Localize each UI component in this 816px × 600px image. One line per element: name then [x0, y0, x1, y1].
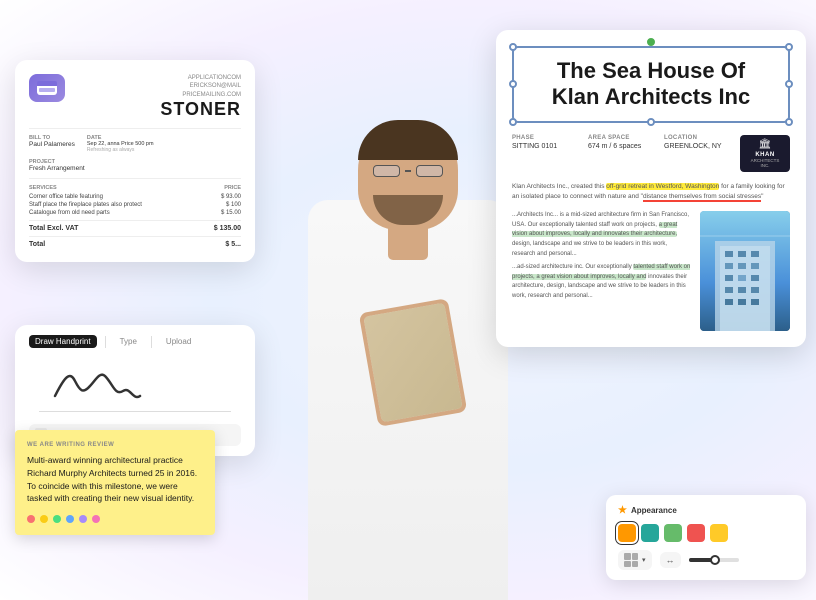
company-line2: ERICKSON@MAIL: [160, 82, 241, 90]
sticky-label: We are writing review: [27, 442, 203, 448]
beard: [373, 195, 443, 225]
invoice-bill-to: Bill To Paul Palameres: [29, 135, 75, 153]
highlight-distance: distance themselves from social stresses: [643, 193, 761, 202]
highlight-offgrid: off-grid retreat in Westford, Washington: [606, 183, 719, 190]
lens-left: [373, 165, 400, 177]
grid-icon: [624, 553, 638, 567]
invoice-total: Total $ 5...: [29, 236, 241, 248]
head: [358, 120, 458, 230]
invoice-total-excl: Total Excl. VAT $ 135.00: [29, 220, 241, 232]
color-swatches: [618, 524, 794, 542]
glasses: [373, 165, 443, 177]
handle-bottom-left: [509, 118, 517, 126]
signature-draw-area[interactable]: [29, 356, 241, 416]
swatch-green[interactable]: [664, 524, 682, 542]
tab-divider: [105, 336, 106, 348]
company-line1: APPLICATIONCOM: [160, 74, 241, 82]
invoice-divider-1: [29, 128, 241, 129]
handle-top-left: [509, 43, 517, 51]
handle-bottom-mid: [647, 118, 655, 126]
sticky-dots: [27, 515, 203, 523]
tablet-screen: [363, 303, 462, 423]
highlight-projects: a great vision about improves, locally a…: [512, 222, 677, 238]
tab-divider-2: [151, 336, 152, 348]
dot-pink: [92, 515, 100, 523]
tab-type[interactable]: Type: [114, 335, 143, 348]
invoice-item-3: Catalogue from old need parts $ 15.00: [29, 210, 241, 216]
hair: [358, 120, 458, 160]
sticky-note: We are writing review Multi-award winnin…: [15, 430, 215, 535]
arrows-icon: ↔: [666, 555, 675, 565]
doc-area: Area Space 674 m / 6 spaces: [588, 135, 656, 172]
appearance-header: ★ Appearance: [618, 505, 794, 516]
signature-svg: [29, 356, 241, 416]
doc-location: Location GREENLOCK, NY: [664, 135, 732, 172]
document-title-box[interactable]: The Sea House Of Klan Architects Inc: [512, 46, 790, 123]
document-body: ...Architects Inc... is a mid-sized arch…: [512, 211, 790, 331]
invoice-project: Project Fresh Arrangement: [29, 159, 241, 172]
dot-blue: [66, 515, 74, 523]
invoice-card: APPLICATIONCOM ERICKSON@MAIL PRICEMAILIN…: [15, 60, 255, 262]
invoice-brand: STONER: [160, 99, 241, 120]
highlight-talented: talented staff work on projects, a great…: [512, 264, 690, 280]
document-card: The Sea House Of Klan Architects Inc Pha…: [496, 30, 806, 347]
swatch-red[interactable]: [687, 524, 705, 542]
star-icon: ★: [618, 505, 627, 516]
dot-green: [53, 515, 61, 523]
document-description: Klan Architects Inc., created this off-g…: [512, 182, 790, 202]
sticky-text: Multi-award winning architectural practi…: [27, 454, 203, 505]
company-line3: PRICEMAILING.COM: [160, 91, 241, 99]
invoice-item-1: Corner office table featuring $ 93.00: [29, 194, 241, 200]
swatch-orange[interactable]: [618, 524, 636, 542]
invoice-header: APPLICATIONCOM ERICKSON@MAIL PRICEMAILIN…: [29, 74, 241, 120]
doc-logo-icon: 🏛: [759, 139, 772, 150]
dot-red: [27, 515, 35, 523]
handle-top-right: [785, 43, 793, 51]
handle-mid-right: [785, 80, 793, 88]
appearance-controls: ▾ ↔: [618, 550, 794, 570]
invoice-logo: [29, 74, 65, 102]
invoice-company-block: APPLICATIONCOM ERICKSON@MAIL PRICEMAILIN…: [160, 74, 241, 120]
swatch-amber[interactable]: [710, 524, 728, 542]
opacity-slider[interactable]: [689, 558, 739, 562]
dot-purple: [79, 515, 87, 523]
doc-phase: Phase SITTING 0101: [512, 135, 580, 172]
signature-baseline: [39, 411, 231, 412]
logo-icon: [37, 81, 57, 95]
invoice-item-2: Staff place the fireplace plates also pr…: [29, 202, 241, 208]
doc-logo-sub: ARCHITECTS INC.: [746, 158, 784, 168]
lens-right: [416, 165, 443, 177]
invoice-services-header: Services Price: [29, 185, 241, 191]
signature-tabs: Draw Handprint Type Upload: [29, 335, 241, 348]
doc-body-left: ...Architects Inc... is a mid-sized arch…: [512, 211, 692, 331]
tab-upload[interactable]: Upload: [160, 335, 197, 348]
document-title: The Sea House Of Klan Architects Inc: [528, 58, 774, 111]
dot-yellow: [40, 515, 48, 523]
invoice-divider-2: [29, 178, 241, 179]
building-svg: [700, 211, 790, 331]
chevron-down-icon: ▾: [642, 556, 646, 564]
slider-thumb[interactable]: [710, 555, 720, 565]
handle-bottom-right: [785, 118, 793, 126]
tablet-display: [363, 303, 462, 423]
tab-draw[interactable]: Draw Handprint: [29, 335, 97, 348]
building-image: [700, 211, 790, 331]
swatch-teal[interactable]: [641, 524, 659, 542]
invoice-date: Date Sep 22, anna Price 500 pm Refreshin…: [87, 135, 154, 153]
document-meta-row: Phase SITTING 0101 Area Space 674 m / 6 …: [512, 135, 790, 172]
grid-control[interactable]: ▾: [618, 550, 652, 570]
doc-company-logo: 🏛 KHAN ARCHITECTS INC.: [740, 135, 790, 172]
arrow-control[interactable]: ↔: [660, 552, 681, 568]
handle-mid-left: [509, 80, 517, 88]
bridge: [405, 170, 411, 172]
appearance-label: Appearance: [631, 506, 677, 515]
appearance-panel: ★ Appearance ▾ ↔: [606, 495, 806, 580]
handle-top-mid: [647, 38, 655, 46]
